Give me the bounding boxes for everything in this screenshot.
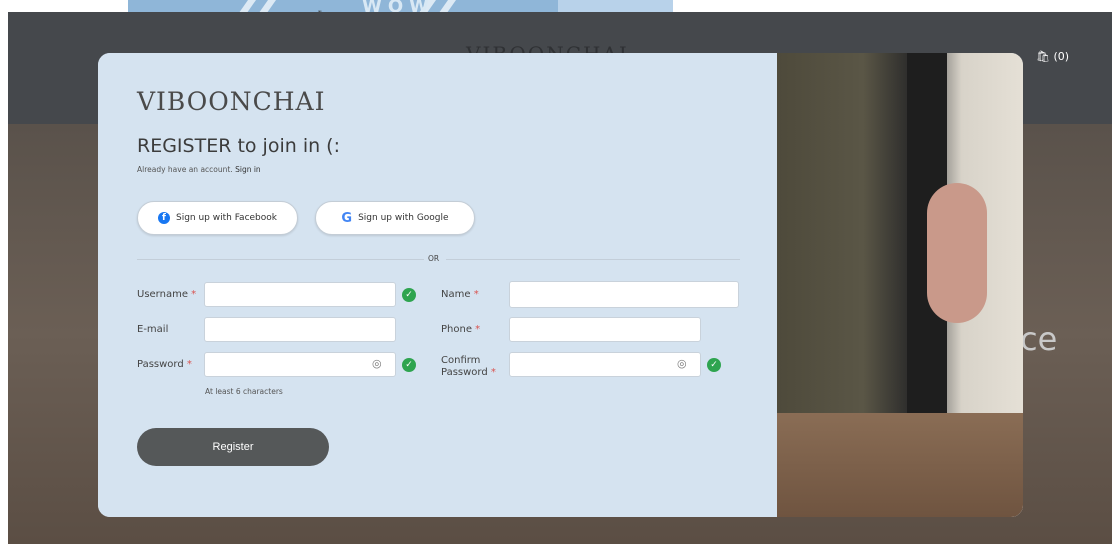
fashion-photo bbox=[777, 53, 1023, 517]
password-label: Password * bbox=[137, 359, 192, 371]
google-signup-button[interactable]: G Sign up with Google bbox=[315, 201, 475, 235]
name-input[interactable] bbox=[509, 281, 739, 308]
register-modal: VIBOONCHAI REGISTER to join in (: Alread… bbox=[98, 53, 1023, 517]
username-label-text: Username bbox=[137, 289, 188, 300]
signin-link[interactable]: Sign in bbox=[235, 165, 261, 174]
hero-text-fragment: ce bbox=[1020, 320, 1058, 358]
facebook-button-label: Sign up with Facebook bbox=[175, 213, 277, 223]
google-button-label: Sign up with Google bbox=[358, 213, 449, 223]
cart-count: (0) bbox=[1053, 50, 1070, 63]
email-input[interactable] bbox=[204, 317, 396, 342]
password-hint: At least 6 characters bbox=[205, 387, 283, 396]
email-label: E-mail bbox=[137, 324, 168, 336]
divider-right bbox=[446, 259, 740, 260]
banner-stripe bbox=[253, 0, 291, 12]
confirm-password-input[interactable] bbox=[509, 352, 701, 377]
register-heading: REGISTER to join in (: bbox=[137, 135, 340, 157]
required-mark: * bbox=[473, 289, 479, 300]
account-prompt: Already have an account. Sign in bbox=[137, 165, 261, 174]
phone-label: Phone * bbox=[441, 324, 480, 336]
required-mark: * bbox=[186, 359, 192, 370]
facebook-signup-button[interactable]: f Sign up with Facebook bbox=[137, 201, 298, 235]
required-mark: * bbox=[490, 367, 496, 378]
photo-hand bbox=[927, 183, 987, 323]
or-separator: OR bbox=[428, 254, 440, 263]
required-mark: * bbox=[475, 324, 481, 335]
phone-label-text: Phone bbox=[441, 324, 472, 335]
banner-wow-text: WOW bbox=[362, 0, 436, 12]
cart-link[interactable]: 🛍 (0) bbox=[1036, 50, 1069, 63]
bag-icon: 🛍 bbox=[1036, 50, 1050, 63]
register-button[interactable]: Register bbox=[137, 428, 329, 466]
show-confirm-password-eye-icon[interactable]: ◎ bbox=[677, 357, 687, 370]
confirm-label-line1: Confirm bbox=[441, 355, 481, 366]
account-prompt-text: Already have an account. bbox=[137, 165, 233, 174]
valid-check-icon: ✓ bbox=[707, 358, 721, 372]
divider-left bbox=[137, 259, 424, 260]
valid-check-icon: ✓ bbox=[402, 358, 416, 372]
confirm-label-line2: Password bbox=[441, 367, 488, 378]
password-input[interactable] bbox=[204, 352, 396, 377]
required-mark: * bbox=[191, 289, 197, 300]
promo-banner: ู WOW bbox=[128, 0, 673, 12]
banner-block bbox=[558, 0, 673, 12]
name-label-text: Name bbox=[441, 289, 471, 300]
google-icon: G bbox=[341, 210, 353, 226]
top-banner-strip: ู WOW bbox=[0, 0, 1112, 12]
username-label: Username * bbox=[137, 289, 196, 301]
register-form-panel: VIBOONCHAI REGISTER to join in (: Alread… bbox=[98, 53, 777, 517]
email-label-text: E-mail bbox=[137, 324, 169, 335]
phone-input[interactable] bbox=[509, 317, 701, 342]
facebook-icon: f bbox=[157, 212, 170, 224]
valid-check-icon: ✓ bbox=[402, 288, 416, 302]
confirm-password-label: Confirm Password * bbox=[441, 355, 496, 379]
banner-stripe bbox=[433, 0, 471, 12]
photo-table bbox=[777, 413, 1023, 517]
show-password-eye-icon[interactable]: ◎ bbox=[372, 357, 382, 370]
password-label-text: Password bbox=[137, 359, 184, 370]
name-label: Name * bbox=[441, 289, 479, 301]
modal-brand-logo: VIBOONCHAI bbox=[137, 87, 326, 116]
username-input[interactable] bbox=[204, 282, 396, 307]
